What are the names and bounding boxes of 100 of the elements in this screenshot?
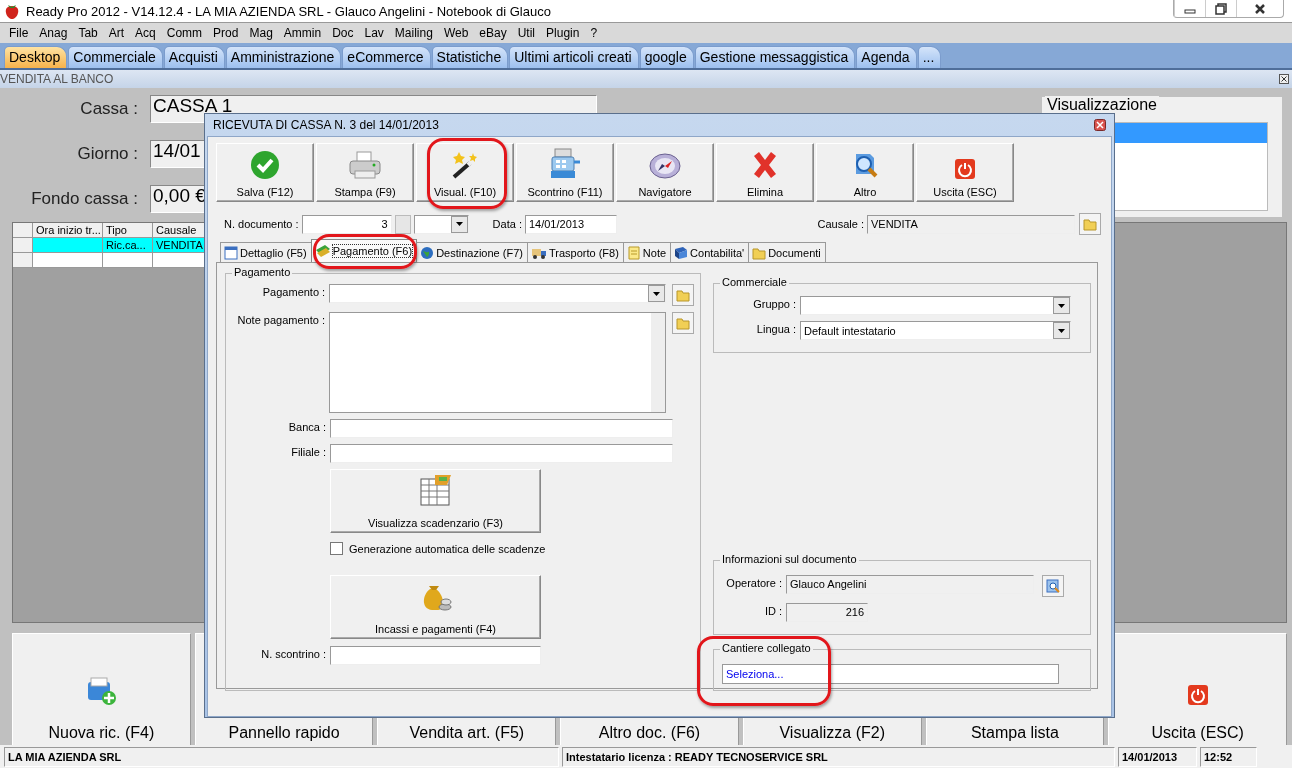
basket-add-icon: [85, 676, 118, 706]
window-title: Ready Pro 2012 - V14.12.4 - LA MIA AZIENDA SRL - Glauco Angelini - Notebook di Glauco: [26, 3, 551, 19]
status-text: 12:52: [1200, 747, 1257, 767]
folder-button[interactable]: [672, 284, 694, 306]
menu-item[interactable]: Tab: [75, 26, 106, 40]
menu-item[interactable]: Plugin: [543, 26, 588, 40]
tab[interactable]: Amministrazione: [225, 46, 342, 68]
note-icon: [626, 245, 641, 260]
compass-icon: [649, 152, 681, 180]
menu-item[interactable]: Art: [105, 26, 133, 40]
group-title: Pagamento: [232, 266, 293, 278]
menu-item[interactable]: Ammin: [280, 26, 330, 40]
dropdown-arrow-icon: [455, 222, 463, 226]
menu-item[interactable]: Acq: [132, 26, 164, 40]
text-field[interactable]: [330, 646, 541, 665]
toolbar-button[interactable]: Altro: [816, 143, 914, 202]
tab[interactable]: Acquisti: [163, 46, 225, 68]
field-label: Note pagamento :: [236, 313, 325, 328]
field-label: N. documento :: [224, 218, 299, 230]
folder-button[interactable]: [1079, 213, 1101, 235]
toolbar-button[interactable]: Stampa (F9): [316, 143, 414, 202]
payments-button[interactable]: Incassi e pagamenti (F4): [330, 575, 541, 639]
checkbox[interactable]: [330, 542, 343, 555]
dropdown[interactable]: [329, 284, 667, 303]
tab[interactable]: Dettaglio (F5): [220, 242, 312, 262]
field-label: Gruppo :: [752, 297, 796, 312]
table-cell: VENDITA: [153, 238, 207, 253]
close-icon: [1254, 2, 1266, 15]
dropdown[interactable]: [413, 214, 469, 234]
dropdown[interactable]: Default intestatario: [800, 321, 1071, 340]
folder-icon: [676, 288, 691, 302]
tab[interactable]: Ultimi articoli creati: [509, 46, 639, 68]
toolbar-button[interactable]: Scontrino (F11): [516, 143, 614, 202]
text-area[interactable]: [328, 312, 667, 413]
tab[interactable]: Contabilita': [670, 242, 750, 262]
menu-item[interactable]: Util: [514, 26, 544, 40]
text-field[interactable]: VENDITA: [867, 214, 1075, 234]
menu-item[interactable]: Comm: [163, 26, 211, 40]
menu-item[interactable]: eBay: [476, 26, 515, 40]
action-button[interactable]: Nuova ric. (F4): [12, 633, 191, 747]
text-field[interactable]: [330, 419, 673, 438]
menu-item[interactable]: Lav: [361, 26, 392, 40]
book-icon: [674, 245, 689, 260]
toolbar-button[interactable]: Visual. (F10): [416, 143, 514, 202]
field-label: Fondo cassa :: [30, 189, 138, 209]
menu-item[interactable]: Doc: [329, 26, 362, 40]
tab[interactable]: Gestione messaggistica: [694, 46, 856, 68]
money-icon: [314, 244, 331, 258]
menu-item[interactable]: Web: [440, 26, 477, 40]
tab[interactable]: eCommerce: [342, 46, 431, 68]
tab[interactable]: Desktop: [4, 46, 68, 68]
tab[interactable]: Note: [622, 242, 672, 262]
globe-icon: [420, 245, 435, 260]
tab[interactable]: Documenti: [748, 242, 826, 262]
table-cell: [153, 253, 207, 268]
toolbar-button[interactable]: Uscita (ESC): [916, 143, 1014, 202]
field-label: Operatore :: [725, 576, 782, 591]
field-label: Giorno :: [76, 144, 138, 164]
toolbar-button[interactable]: Salva (F12): [216, 143, 314, 202]
folder-button[interactable]: [672, 312, 694, 334]
select-field[interactable]: Seleziona...: [722, 664, 1059, 684]
date-field[interactable]: 14/01/2013: [524, 214, 617, 234]
menu-item[interactable]: Mag: [246, 26, 281, 40]
field-label: Causale :: [817, 218, 864, 230]
dropdown[interactable]: [800, 296, 1071, 315]
menu-item[interactable]: Prod: [210, 26, 247, 40]
tab[interactable]: Agenda: [856, 46, 917, 68]
field-label: Data :: [492, 218, 522, 230]
column-header[interactable]: Ora inizio tr...: [33, 223, 103, 238]
checkbox-label: Generazione automatica delle scadenze: [349, 542, 546, 555]
menu-item[interactable]: ?: [587, 26, 606, 40]
toolbar-button[interactable]: Navigatore: [616, 143, 714, 202]
number-field[interactable]: 3: [301, 214, 392, 234]
panel-title: VENDITA AL BANCO: [0, 72, 114, 86]
group-title: Informazioni sul documento: [720, 553, 859, 565]
table-cell: Ric.ca...: [103, 238, 153, 253]
tab[interactable]: Destinazione (F7): [416, 242, 528, 262]
tab[interactable]: Pagamento (F6): [310, 239, 418, 262]
tab[interactable]: ...: [917, 46, 942, 68]
action-button[interactable]: Uscita (ESC): [1108, 633, 1288, 747]
tab[interactable]: Statistiche: [431, 46, 509, 68]
tab[interactable]: Trasporto (F8): [526, 242, 624, 262]
tab[interactable]: Commerciale: [68, 46, 163, 68]
text-field[interactable]: [330, 444, 673, 463]
column-header[interactable]: Tipo: [103, 223, 153, 238]
close-icon[interactable]: [1094, 119, 1106, 131]
group-title: Commerciale: [720, 276, 789, 288]
toolbar-button[interactable]: Elimina: [716, 143, 814, 202]
field-label: Lingua :: [755, 322, 796, 337]
dropdown-arrow-icon: [1058, 303, 1065, 308]
schedule-button[interactable]: Visualizza scadenzario (F3): [330, 469, 541, 533]
spreadsheet-icon: [418, 473, 453, 507]
column-header[interactable]: Causale: [153, 223, 207, 238]
menu-item[interactable]: Anag: [36, 26, 76, 40]
menu-item[interactable]: Mailing: [391, 26, 441, 40]
lookup-button[interactable]: [1042, 575, 1064, 597]
spin-button[interactable]: [394, 214, 411, 234]
close-icon[interactable]: [1279, 74, 1289, 84]
menu-item[interactable]: File: [6, 26, 37, 40]
tab[interactable]: google: [639, 46, 694, 68]
